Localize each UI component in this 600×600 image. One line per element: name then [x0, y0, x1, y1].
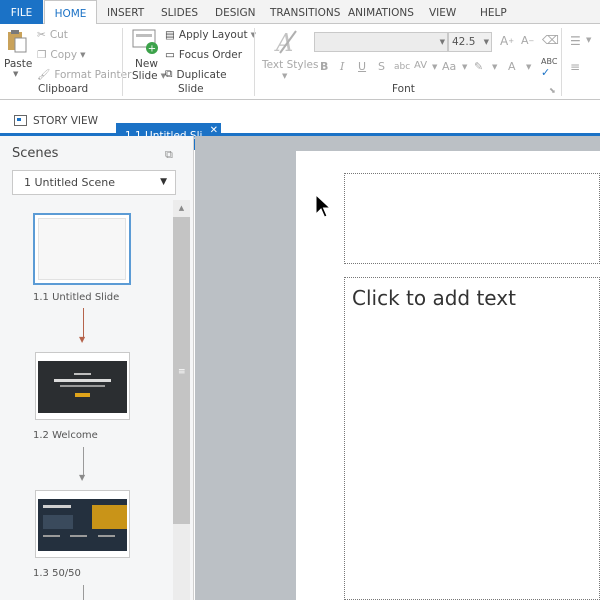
paste-label[interactable]: Paste — [4, 58, 32, 70]
slide-label-2: 1.2 Welcome — [33, 430, 98, 441]
slide-stage[interactable]: Click to add text — [296, 151, 600, 600]
strike-abc-icon[interactable]: abc — [394, 62, 410, 72]
mouse-cursor-icon — [315, 194, 331, 218]
story-view-tab[interactable]: STORY VIEW — [14, 108, 98, 133]
bullets-icon[interactable]: ☰ — [570, 34, 581, 48]
slide-link-arrow — [83, 585, 84, 600]
copy-icon: ❐ — [37, 49, 47, 61]
scissors-icon: ✂ — [37, 29, 46, 41]
ribbon-home: Paste ▼ ✂ Cut ❐ Copy ▼ 🖌 Format Painter Clip… — [0, 24, 600, 100]
paste-dropdown-icon[interactable]: ▼ — [13, 70, 18, 78]
tab-slides[interactable]: SLIDES — [161, 0, 198, 24]
brush-icon: 🖌 — [37, 69, 51, 81]
bullets-dropdown-icon[interactable]: ▼ — [586, 36, 591, 44]
grow-font-icon[interactable]: A + — [500, 34, 514, 48]
copy-dropdown-icon: ▼ — [80, 51, 86, 59]
arrow-down-icon: ▼ — [79, 473, 86, 482]
svg-text:A: A — [274, 29, 293, 57]
tab-transitions[interactable]: TRANSITIONS — [270, 0, 340, 24]
text-styles-dropdown-icon[interactable]: ▼ — [282, 72, 287, 80]
tab-help[interactable]: HELP — [480, 0, 507, 24]
font-group-label: Font — [392, 83, 415, 95]
change-case-icon[interactable]: Aa — [442, 60, 456, 73]
shrink-font-icon[interactable]: A − — [521, 34, 534, 47]
slide-thumbnail-3[interactable] — [35, 490, 130, 558]
bold-icon[interactable]: B — [320, 60, 328, 73]
font-size-dropdown-icon: ▼ — [483, 38, 489, 46]
tab-view[interactable]: VIEW — [429, 0, 456, 24]
tab-home[interactable]: HOME — [44, 0, 97, 25]
chevron-down-icon: ▼ — [160, 177, 167, 187]
font-name-input[interactable]: ▼ — [314, 32, 448, 52]
scenes-panel: Scenes ⧉ 1 Untitled Scene ▼ 1.1 Untitled… — [0, 136, 194, 600]
new-slide-label[interactable]: Slide ▼ — [132, 70, 166, 82]
title-placeholder[interactable] — [344, 173, 600, 264]
new-slide-button[interactable]: New — [135, 58, 158, 70]
slide-label-3: 1.3 50/50 — [33, 568, 81, 579]
svg-text:+: + — [148, 44, 156, 55]
strikethrough-icon[interactable]: S — [378, 60, 385, 73]
focus-order-icon: ▭ — [165, 49, 175, 61]
panel-restore-icon[interactable]: ⧉ — [165, 148, 173, 162]
ribbon-divider — [122, 28, 123, 96]
slide-label-1: 1.1 Untitled Slide — [33, 292, 120, 303]
slide-thumbnail-2[interactable] — [35, 352, 130, 420]
ribbon-divider — [254, 28, 255, 96]
font-name-dropdown-icon: ▼ — [439, 38, 445, 46]
body-placeholder-text: Click to add text — [352, 286, 516, 310]
spell-check-icon[interactable]: ABC ✓ — [541, 57, 557, 79]
layout-icon: ▤ — [165, 29, 175, 41]
clipboard-group-label: Clipboard — [38, 83, 89, 95]
slide-thumbnail-1[interactable] — [33, 213, 131, 285]
ribbon-divider — [561, 28, 562, 96]
tab-file[interactable]: FILE — [0, 0, 43, 24]
text-styles-button[interactable]: Text Styles — [262, 59, 318, 71]
italic-icon[interactable]: I — [340, 60, 344, 73]
font-dialog-launcher-icon[interactable]: ⬊ — [549, 86, 556, 95]
slide-link-arrow — [83, 308, 84, 338]
tab-design[interactable]: DESIGN — [215, 0, 255, 24]
format-painter-button[interactable]: 🖌 Format Painter — [37, 68, 131, 82]
apply-layout-button[interactable]: ▤Apply Layout▼ — [165, 29, 256, 41]
duplicate-icon: ⧉ — [165, 68, 173, 80]
clear-format-icon[interactable]: ⌫ — [542, 33, 559, 47]
font-size-input[interactable]: 42.5 ▼ — [448, 32, 492, 52]
character-spacing-dropdown-icon[interactable]: ▼ — [432, 63, 437, 71]
highlight-dropdown-icon[interactable]: ▼ — [492, 63, 497, 71]
cut-button[interactable]: ✂ Cut — [37, 29, 68, 41]
arrow-down-icon: ▼ — [79, 335, 86, 344]
paste-icon — [8, 30, 27, 53]
copy-button[interactable]: ❐ Copy ▼ — [37, 49, 85, 61]
ribbon-tab-bar: FILE HOME INSERT SLIDES DESIGN TRANSITIO… — [0, 0, 600, 25]
tab-insert[interactable]: INSERT — [107, 0, 144, 24]
highlight-icon[interactable]: ✎ — [474, 60, 483, 73]
underline-icon[interactable]: U — [358, 60, 366, 73]
view-tab-bar: STORY VIEW 1.1 Untitled Sli... ✕ — [0, 108, 600, 150]
duplicate-button[interactable]: ⧉ Duplicate — [165, 68, 227, 81]
slide-canvas[interactable]: Click to add text — [195, 136, 600, 600]
grip-icon: ≡ — [178, 367, 186, 377]
focus-order-button[interactable]: ▭ Focus Order — [165, 49, 242, 61]
align-left-icon[interactable]: ≡ — [570, 60, 580, 74]
scroll-up-icon[interactable]: ▲ — [173, 200, 190, 217]
scroll-thumb[interactable]: ≡ — [173, 217, 190, 524]
scenes-scrollbar[interactable]: ▲ ≡ — [173, 200, 190, 600]
scene-select[interactable]: 1 Untitled Scene ▼ — [12, 170, 176, 195]
tab-animations[interactable]: ANIMATIONS — [348, 0, 414, 24]
character-spacing-icon[interactable]: AV — [414, 60, 427, 71]
paste-button[interactable] — [4, 28, 30, 54]
text-styles-icon[interactable]: A — [272, 27, 300, 57]
new-slide-icon[interactable]: + — [131, 28, 159, 56]
scenes-title: Scenes — [12, 146, 59, 161]
slide-group-label: Slide — [178, 83, 204, 95]
change-case-dropdown-icon[interactable]: ▼ — [462, 63, 467, 71]
story-view-icon — [14, 115, 27, 126]
font-color-dropdown-icon[interactable]: ▼ — [526, 63, 531, 71]
body-placeholder[interactable]: Click to add text — [344, 277, 600, 600]
font-color-icon[interactable]: A — [508, 60, 516, 73]
